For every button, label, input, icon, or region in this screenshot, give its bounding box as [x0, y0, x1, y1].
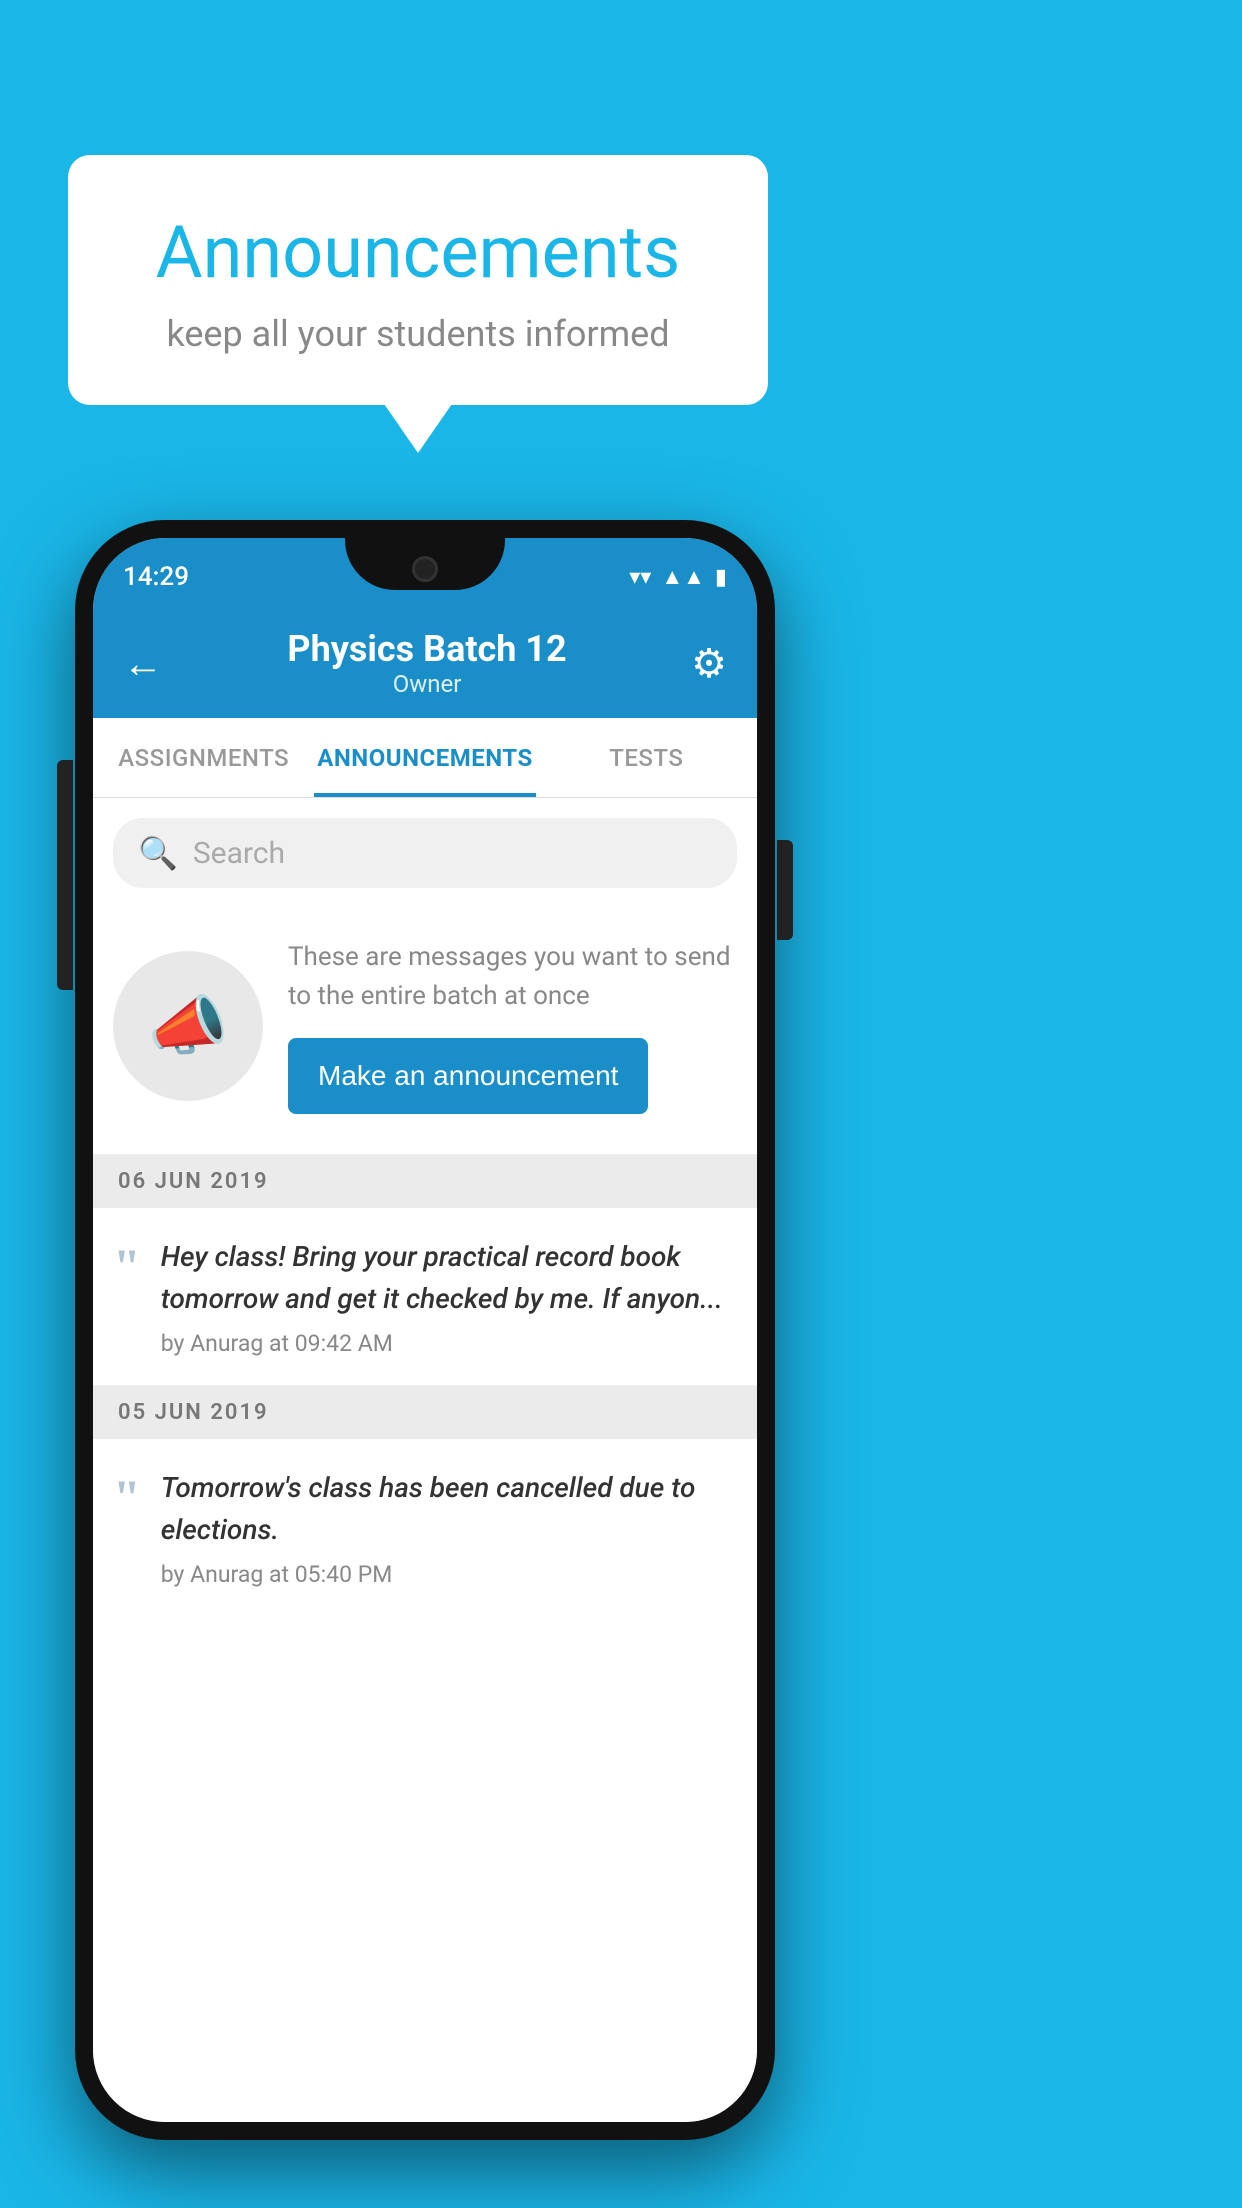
- megaphone-circle: 📣: [113, 951, 263, 1101]
- tab-assignments[interactable]: ASSIGNMENTS: [93, 718, 314, 797]
- header-title-section: Physics Batch 12 Owner: [163, 628, 691, 698]
- announcement-description: These are messages you want to send to t…: [288, 938, 737, 1016]
- status-icons: ▾▾ ▲▲ ▮: [629, 564, 727, 590]
- announcement-meta-2: by Anurag at 05:40 PM: [161, 1561, 737, 1588]
- search-bar[interactable]: 🔍 Search: [113, 818, 737, 888]
- header-title: Physics Batch 12: [163, 628, 691, 670]
- phone-outer: 14:29 ▾▾ ▲▲ ▮ ← Physics Batch 12 Owner ⚙: [75, 520, 775, 2140]
- volume-button-2: [57, 860, 73, 990]
- tabs-bar: ASSIGNMENTS ANNOUNCEMENTS TESTS: [93, 718, 757, 798]
- battery-icon: ▮: [715, 565, 727, 590]
- wifi-icon: ▾▾: [629, 565, 651, 590]
- quote-icon-2: ": [113, 1472, 141, 1588]
- announcement-content-1: Hey class! Bring your practical record b…: [161, 1236, 737, 1357]
- phone-screen: 14:29 ▾▾ ▲▲ ▮ ← Physics Batch 12 Owner ⚙: [93, 538, 757, 2122]
- phone-camera: [412, 556, 438, 582]
- speech-bubble-container: Announcements keep all your students inf…: [68, 155, 768, 405]
- announcement-item-1: " Hey class! Bring your practical record…: [93, 1208, 757, 1386]
- date-separator-1: 06 JUN 2019: [93, 1155, 757, 1208]
- content-area: 🔍 Search 📣 These are messages you want t…: [93, 798, 757, 2122]
- announcement-content-2: Tomorrow's class has been cancelled due …: [161, 1467, 737, 1588]
- announcement-meta-1: by Anurag at 09:42 AM: [161, 1330, 737, 1357]
- header-subtitle: Owner: [163, 670, 691, 698]
- search-icon: 🔍: [138, 834, 178, 872]
- app-header: ← Physics Batch 12 Owner ⚙: [93, 608, 757, 718]
- status-time: 14:29: [123, 562, 189, 592]
- speech-bubble-subtitle: keep all your students informed: [128, 313, 708, 355]
- tab-tests[interactable]: TESTS: [536, 718, 757, 797]
- announcement-text-2: Tomorrow's class has been cancelled due …: [161, 1467, 737, 1551]
- make-announcement-button[interactable]: Make an announcement: [288, 1038, 648, 1114]
- phone-notch: [345, 538, 505, 590]
- announcement-item-2: " Tomorrow's class has been cancelled du…: [93, 1439, 757, 1616]
- speech-bubble: Announcements keep all your students inf…: [68, 155, 768, 405]
- quote-icon-1: ": [113, 1241, 141, 1357]
- phone-wrapper: 14:29 ▾▾ ▲▲ ▮ ← Physics Batch 12 Owner ⚙: [75, 520, 775, 2140]
- announcement-placeholder: 📣 These are messages you want to send to…: [93, 908, 757, 1155]
- speech-bubble-title: Announcements: [128, 210, 708, 295]
- volume-button-1: [57, 760, 73, 840]
- signal-icon: ▲▲: [661, 564, 705, 590]
- announcement-right: These are messages you want to send to t…: [288, 938, 737, 1114]
- date-separator-2: 05 JUN 2019: [93, 1386, 757, 1439]
- back-button[interactable]: ←: [123, 640, 163, 687]
- settings-icon[interactable]: ⚙: [691, 640, 727, 687]
- tab-announcements[interactable]: ANNOUNCEMENTS: [314, 718, 535, 797]
- search-placeholder: Search: [193, 836, 285, 871]
- megaphone-icon: 📣: [148, 988, 229, 1064]
- announcement-text-1: Hey class! Bring your practical record b…: [161, 1236, 737, 1320]
